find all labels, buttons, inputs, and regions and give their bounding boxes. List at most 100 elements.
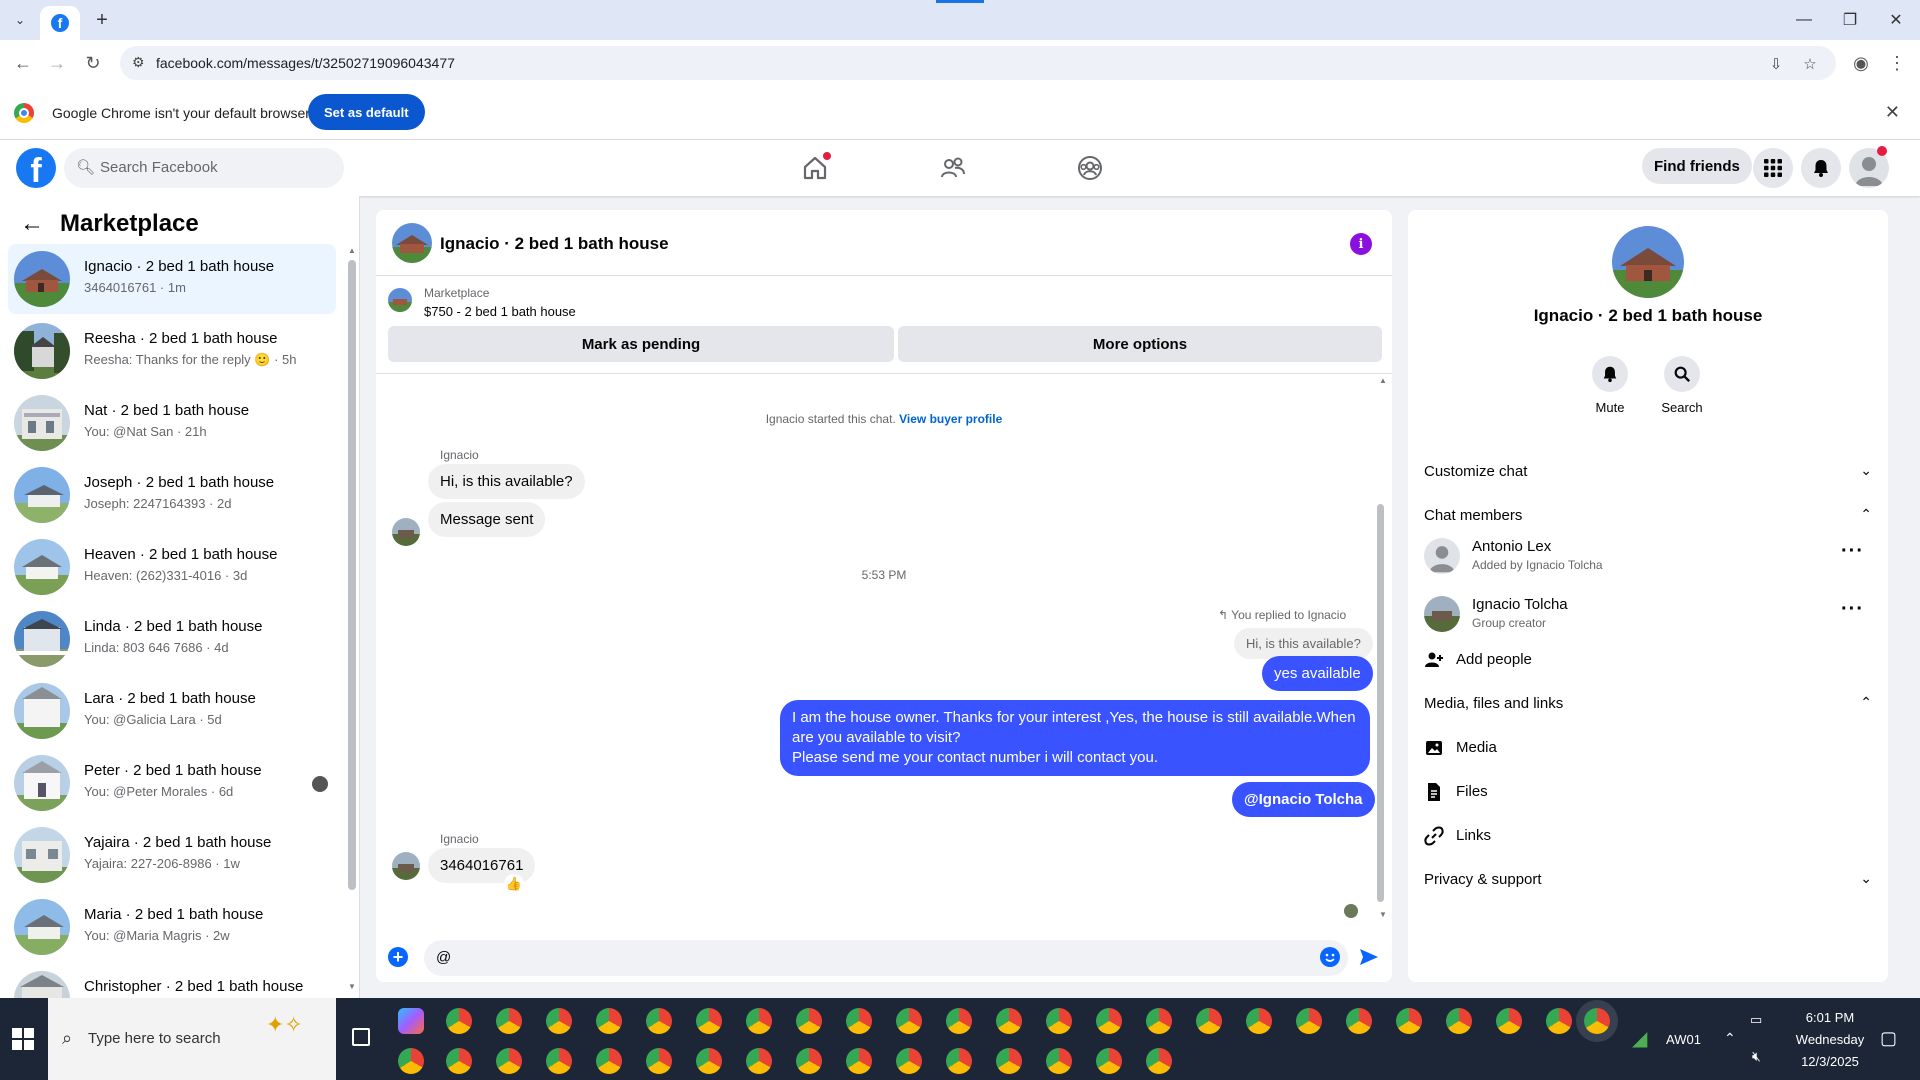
chrome-window-icon[interactable] — [896, 1048, 922, 1074]
outgoing-message[interactable]: yes available — [1262, 656, 1373, 691]
sender-avatar[interactable] — [392, 852, 420, 880]
chrome-window-icon[interactable] — [1346, 1008, 1372, 1034]
chrome-window-icon[interactable] — [1446, 1008, 1472, 1034]
chrome-window-icon[interactable] — [796, 1008, 822, 1034]
chrome-window-icon[interactable] — [1146, 1008, 1172, 1034]
copilot-icon[interactable] — [398, 1008, 424, 1034]
task-view-icon[interactable] — [352, 1028, 370, 1046]
chrome-window-icon[interactable] — [946, 1048, 972, 1074]
tab-search-button[interactable]: ⌄ — [8, 8, 32, 32]
chrome-window-icon[interactable] — [1046, 1048, 1072, 1074]
conversation-item-ignacio[interactable]: Ignacio · 2 bed 1 bath house 3464016761 … — [8, 244, 336, 314]
taskbar-search-box[interactable]: ⌕ Type here to search ✦✧ — [48, 998, 336, 1080]
volume-muted-icon[interactable]: 🔇︎ — [1752, 1048, 1761, 1065]
links-row[interactable]: Links — [1424, 814, 1872, 858]
chat-scroll-up[interactable]: ▲ — [1379, 376, 1387, 385]
url-text[interactable]: facebook.com/messages/t/3250271909604347… — [156, 55, 455, 71]
browser-tab-facebook[interactable]: f — [40, 6, 80, 40]
chrome-window-icon[interactable] — [746, 1008, 772, 1034]
chrome-window-icon[interactable] — [946, 1008, 972, 1034]
conversation-info-icon[interactable]: i — [1350, 233, 1372, 255]
chrome-window-icon[interactable] — [1046, 1008, 1072, 1034]
minimize-button[interactable]: — — [1792, 8, 1816, 32]
chrome-window-icon[interactable] — [1146, 1048, 1172, 1074]
chrome-window-icon[interactable] — [996, 1008, 1022, 1034]
emoji-icon[interactable] — [1320, 947, 1340, 967]
conversation-item-peter[interactable]: Peter · 2 bed 1 bath house You: @Peter M… — [8, 748, 336, 818]
sidebar-scrollbar[interactable] — [348, 260, 356, 890]
chrome-window-icon[interactable] — [696, 1008, 722, 1034]
chrome-window-icon[interactable] — [646, 1048, 672, 1074]
chrome-window-icon[interactable] — [398, 1048, 424, 1074]
send-icon[interactable] — [1358, 946, 1380, 968]
listing-thumbnail[interactable] — [388, 288, 412, 312]
mute-action[interactable]: Mute — [1580, 356, 1640, 415]
forward-button[interactable]: → — [44, 50, 70, 76]
chrome-window-icon[interactable] — [446, 1048, 472, 1074]
sender-avatar[interactable] — [392, 518, 420, 546]
add-people-row[interactable]: Add people — [1424, 638, 1872, 682]
conversation-item-lara[interactable]: Lara · 2 bed 1 bath house You: @Galicia … — [8, 676, 336, 746]
display-icon[interactable]: ▭ — [1750, 1012, 1762, 1028]
close-window-button[interactable]: ✕ — [1884, 8, 1908, 32]
replied-quote[interactable]: Hi, is this available? — [1234, 628, 1373, 659]
chrome-menu-icon[interactable]: ⋮ — [1884, 50, 1910, 76]
conversation-item-maria[interactable]: Maria · 2 bed 1 bath house You: @Maria M… — [8, 892, 336, 962]
search-action[interactable]: Search — [1652, 356, 1712, 415]
chrome-window-icon[interactable] — [596, 1008, 622, 1034]
conversation-item-nat[interactable]: Nat · 2 bed 1 bath house You: @Nat San ·… — [8, 388, 336, 458]
chrome-window-icon[interactable] — [1246, 1008, 1272, 1034]
groups-nav-icon[interactable] — [1070, 148, 1110, 188]
chrome-window-icon[interactable] — [696, 1048, 722, 1074]
notifications-bell-icon[interactable] — [1801, 148, 1841, 188]
home-nav-icon[interactable] — [795, 148, 835, 188]
bookmark-star-icon[interactable]: ☆ — [1800, 54, 1820, 74]
chrome-window-icon-active[interactable] — [1584, 1008, 1610, 1034]
chrome-window-icon[interactable] — [496, 1048, 522, 1074]
chrome-window-icon[interactable] — [896, 1008, 922, 1034]
address-bar[interactable]: ⚙ facebook.com/messages/t/32502719096043… — [120, 46, 1836, 80]
chrome-window-icon[interactable] — [546, 1048, 572, 1074]
chrome-window-icon[interactable] — [846, 1008, 872, 1034]
notification-center-icon[interactable]: ▢ — [1880, 1028, 1897, 1049]
find-friends-button[interactable]: Find friends — [1642, 148, 1752, 184]
facebook-logo[interactable]: f — [16, 148, 56, 188]
chrome-window-icon[interactable] — [796, 1048, 822, 1074]
back-button[interactable]: ← — [10, 50, 36, 76]
show-hidden-icons-icon[interactable]: ⌃ — [1724, 1030, 1736, 1047]
chrome-window-icon[interactable] — [1396, 1008, 1422, 1034]
chrome-window-icon[interactable] — [846, 1048, 872, 1074]
thumbs-up-reaction[interactable]: 👍 — [504, 874, 524, 894]
listing-price[interactable]: $750 - 2 bed 1 bath house — [424, 304, 576, 319]
set-as-default-button[interactable]: Set as default — [308, 94, 425, 130]
restore-button[interactable]: ❐ — [1838, 8, 1862, 32]
sidebar-scroll-up[interactable]: ▲ — [348, 246, 356, 255]
conversation-item-christopher[interactable]: Christopher · 2 bed 1 bath house — [8, 964, 336, 998]
chrome-window-icon[interactable] — [646, 1008, 672, 1034]
conversation-item-reesha[interactable]: Reesha · 2 bed 1 bath house Reesha: Than… — [8, 316, 336, 386]
conversation-large-avatar[interactable] — [1612, 226, 1684, 298]
member-row-antonio-lex[interactable]: Antonio Lex Added by Ignacio Tolcha ··· — [1424, 528, 1872, 584]
conversation-item-joseph[interactable]: Joseph · 2 bed 1 bath house Joseph: 2247… — [8, 460, 336, 530]
customize-chat-row[interactable]: Customize chat ⌄ — [1424, 450, 1872, 494]
chrome-window-icon[interactable] — [996, 1048, 1022, 1074]
chrome-window-icon[interactable] — [596, 1048, 622, 1074]
chrome-window-icon[interactable] — [1296, 1008, 1322, 1034]
chrome-window-icon[interactable] — [1196, 1008, 1222, 1034]
incoming-message[interactable]: Hi, is this available? — [428, 464, 585, 499]
chat-header-avatar[interactable] — [392, 223, 432, 263]
reload-button[interactable]: ↻ — [80, 50, 106, 76]
mark-as-pending-button[interactable]: Mark as pending — [388, 326, 894, 362]
site-info-icon[interactable]: ⚙ — [132, 54, 145, 71]
chrome-window-icon[interactable] — [496, 1008, 522, 1034]
sidebar-scroll-down[interactable]: ▼ — [348, 982, 356, 991]
member-row-ignacio-tolcha[interactable]: Ignacio Tolcha Group creator ··· — [1424, 586, 1872, 642]
install-app-icon[interactable]: ⇩ — [1766, 54, 1786, 74]
chat-scrollbar[interactable] — [1377, 504, 1384, 902]
add-attachment-icon[interactable]: + — [388, 947, 408, 967]
network-name[interactable]: AW01 — [1666, 1032, 1701, 1047]
chrome-window-icon[interactable] — [1496, 1008, 1522, 1034]
view-buyer-profile-link[interactable]: View buyer profile — [899, 412, 1002, 426]
media-files-links-row[interactable]: Media, files and links ⌃ — [1424, 682, 1872, 726]
conversation-item-linda[interactable]: Linda · 2 bed 1 bath house Linda: 803 64… — [8, 604, 336, 674]
